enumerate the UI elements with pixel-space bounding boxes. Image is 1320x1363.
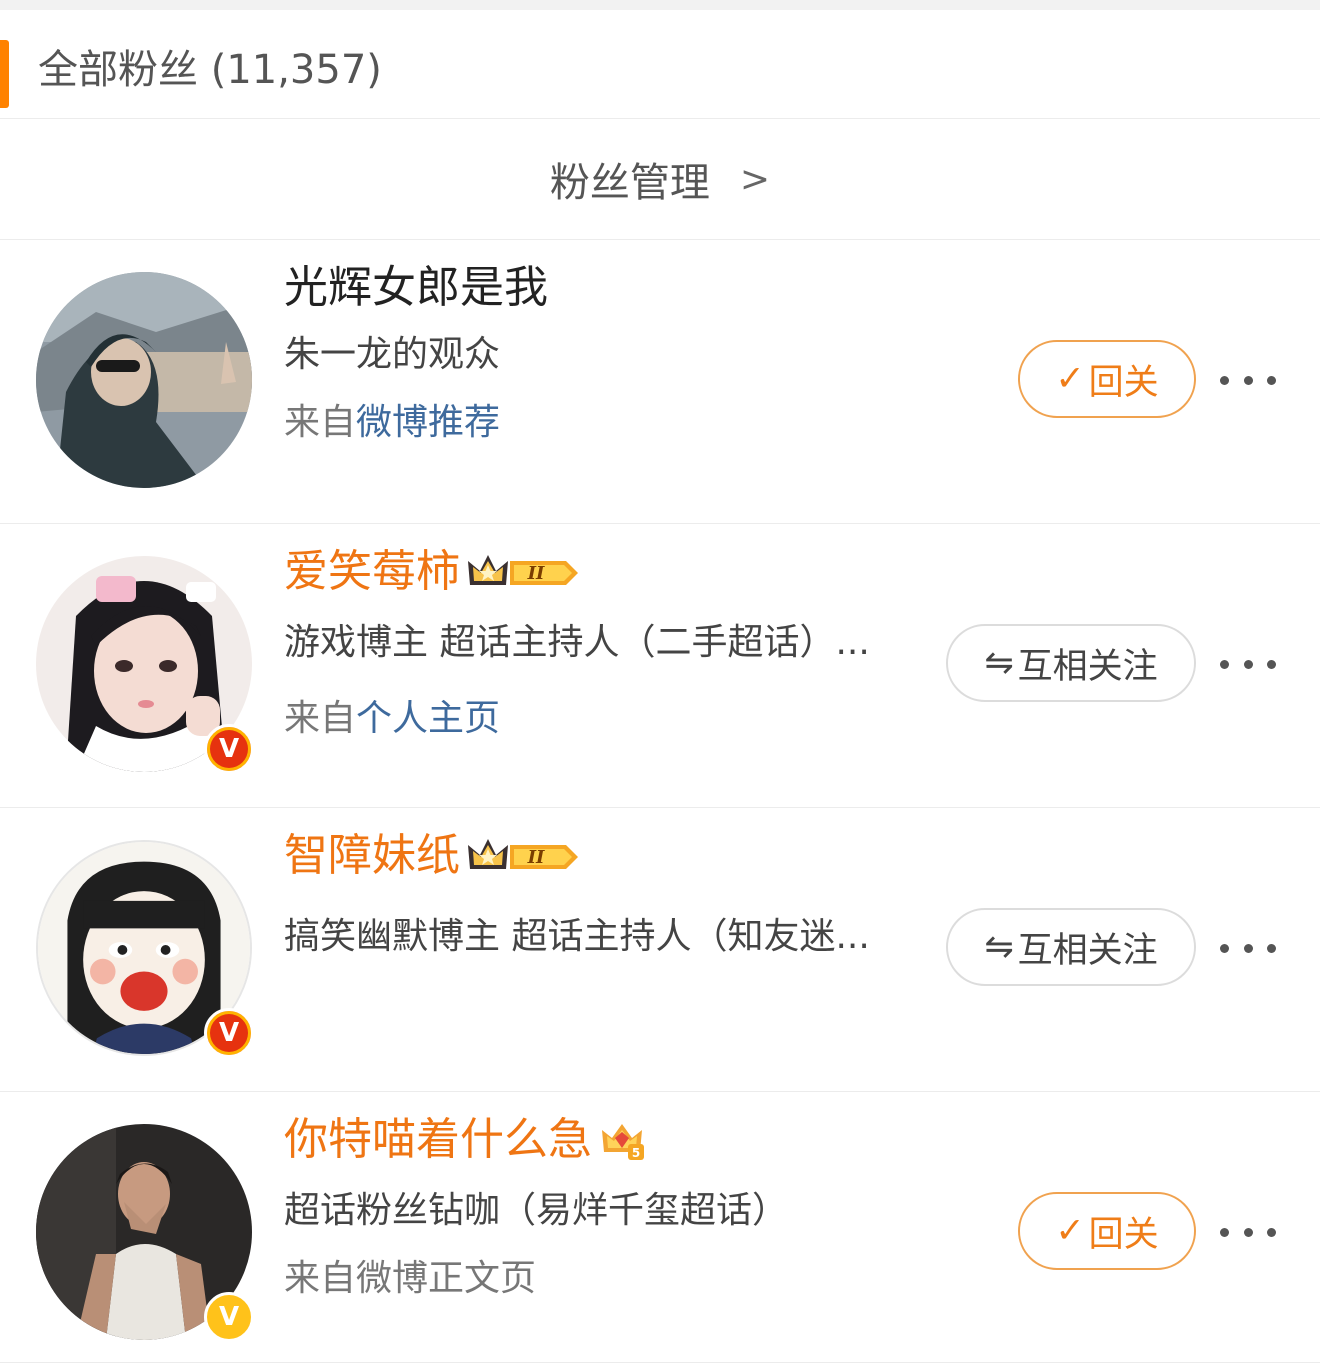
crown-level-icon: II [466,835,582,877]
fan-info: 你特喵着什么急 5 超话粉丝钻咖（易烊千玺超话） 来自微博正文页 [284,1112,890,1302]
fan-name[interactable]: 智障妹纸 II [284,828,890,884]
swap-arrows-icon: ⇋ [984,643,1014,683]
fan-management-link[interactable]: 粉丝管理 > [0,119,1320,240]
more-options-icon[interactable] [1220,644,1276,684]
more-options-icon[interactable] [1220,360,1276,400]
fan-info: 智障妹纸 II 搞笑幽默博主 超话主持人（知友迷... [284,828,890,960]
fan-name[interactable]: 光辉女郎是我 [284,260,890,316]
fan-source: 来自个人主页 [284,696,890,742]
verified-badge-icon: V [204,724,254,774]
fan-source: 来自微博推荐 [284,400,890,446]
fan-name-text: 智障妹纸 [284,830,460,881]
fan-name-text: 你特喵着什么急 [284,1114,592,1165]
fan-description: 游戏博主 超话主持人（二手超话）... [284,622,870,663]
avatar[interactable]: V [36,840,254,1058]
follow-back-button[interactable]: ✓ 回关 [1018,340,1196,418]
follow-back-button[interactable]: ✓ 回关 [1018,1192,1196,1270]
fan-name-text: 爱笑莓柿 [284,546,460,597]
check-icon: ✓ [1055,359,1085,399]
page-title: 全部粉丝 (11,357) [38,47,382,93]
source-link[interactable]: 个人主页 [356,698,500,739]
mutual-follow-button[interactable]: ⇋ 互相关注 [946,624,1196,702]
source-prefix: 来自 [284,402,357,443]
fan-management-label: 粉丝管理 [549,160,710,206]
fan-name[interactable]: 爱笑莓柿 II [284,544,890,600]
verified-badge-icon: V [204,1008,254,1058]
source-prefix: 来自 [284,698,357,739]
top-spacer [0,0,1320,10]
fan-name[interactable]: 你特喵着什么急 5 [284,1112,890,1168]
fan-row[interactable]: V 你特喵着什么急 5 超话粉丝钻咖（易烊千玺超话） 来自微博正文页 ✓ 回关 [0,1092,1320,1363]
fan-description: 搞笑幽默博主 超话主持人（知友迷... [284,916,870,957]
fan-source: 来自微博正文页 [284,1258,537,1299]
svg-text:II: II [527,563,545,584]
fan-row[interactable]: V 智障妹纸 II 搞笑幽默博主 超话主持人（知友迷... ⇋ 互相关注 [0,808,1320,1092]
mutual-follow-label: 互相关注 [1017,646,1158,687]
check-icon: ✓ [1055,1211,1085,1251]
more-options-icon[interactable] [1220,928,1276,968]
follow-back-label: 回关 [1088,362,1159,403]
svg-text:II: II [527,847,545,868]
fan-info: 爱笑莓柿 II 游戏博主 超话主持人（二手超话）... 来自个人主页 [284,544,890,742]
section-header: 全部粉丝 (11,357) [0,10,1320,119]
verified-badge-icon: V [204,1292,254,1342]
fan-row[interactable]: 光辉女郎是我 朱一龙的观众 来自微博推荐 ✓ 回关 [0,240,1320,524]
fan-info: 光辉女郎是我 朱一龙的观众 来自微博推荐 [284,260,890,446]
more-options-icon[interactable] [1220,1212,1276,1252]
accent-bar [0,40,9,108]
avatar[interactable]: V [36,1124,254,1342]
avatar-image [36,272,252,488]
diamond-crown-icon: 5 [598,1118,646,1162]
follow-back-label: 回关 [1088,1214,1159,1255]
fan-row[interactable]: V 爱笑莓柿 II 游戏博主 超话主持人（二手超话）... 来自个人主页 ⇋ 互… [0,524,1320,808]
avatar[interactable]: V [36,556,254,774]
avatar[interactable] [36,272,252,488]
swap-arrows-icon: ⇋ [984,927,1014,967]
crown-level-icon: II [466,551,582,593]
mutual-follow-button[interactable]: ⇋ 互相关注 [946,908,1196,986]
fan-description: 朱一龙的观众 [284,334,501,375]
fan-description: 超话粉丝钻咖（易烊千玺超话） [284,1190,789,1231]
source-link[interactable]: 微博推荐 [356,402,500,443]
chevron-right-icon: > [739,158,771,200]
mutual-follow-label: 互相关注 [1017,930,1158,971]
svg-text:5: 5 [632,1146,640,1160]
